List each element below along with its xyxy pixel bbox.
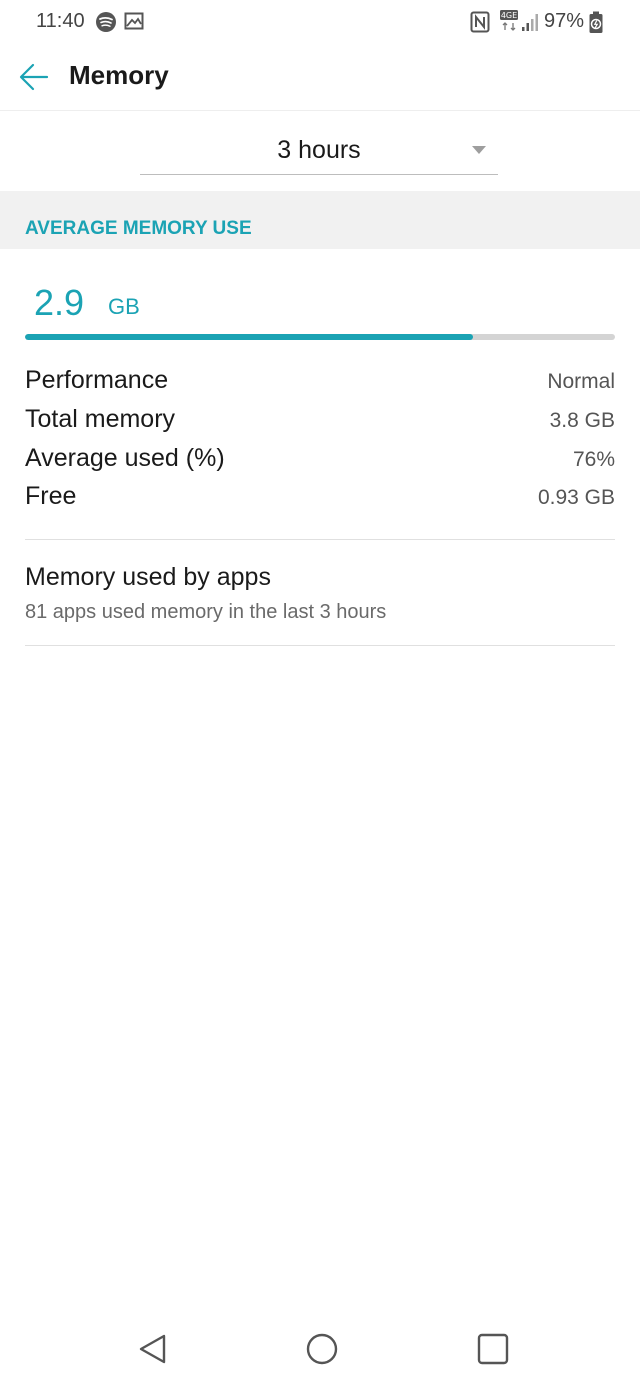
network-type-icon: 4GE bbox=[499, 9, 519, 38]
stat-row-total-memory: Total memory 3.8 GB bbox=[25, 405, 615, 444]
battery-percent: 97% bbox=[543, 10, 584, 32]
dropdown-arrow-icon bbox=[472, 146, 486, 154]
stat-label: Total memory bbox=[25, 405, 176, 433]
navigation-bar bbox=[0, 1310, 640, 1387]
stat-row-free: Free 0.93 GB bbox=[25, 482, 615, 521]
page-title: Memory bbox=[69, 60, 169, 90]
section-header: AVERAGE MEMORY USE bbox=[0, 191, 640, 249]
divider bbox=[25, 539, 615, 540]
average-memory-unit: GB bbox=[108, 294, 140, 319]
period-value: 3 hours bbox=[277, 136, 361, 164]
stat-value: Normal bbox=[547, 370, 615, 393]
memory-used-by-apps-item[interactable]: Memory used by apps 81 apps used memory … bbox=[0, 541, 640, 644]
nfc-icon bbox=[470, 11, 490, 38]
stat-label: Average used (%) bbox=[25, 444, 225, 472]
memory-progress-fill bbox=[25, 334, 474, 340]
average-memory-value: 2.9 bbox=[34, 282, 85, 323]
image-icon bbox=[124, 11, 144, 36]
status-time: 11:40 bbox=[36, 10, 85, 32]
battery-saver-icon bbox=[588, 11, 604, 40]
triangle-back-icon bbox=[139, 1334, 166, 1364]
nav-home-button[interactable] bbox=[305, 1332, 339, 1366]
signal-icon bbox=[521, 12, 541, 37]
stat-value: 0.93 GB bbox=[537, 486, 615, 509]
stat-row-average-used: Average used (%) 76% bbox=[25, 444, 615, 483]
square-recents-icon bbox=[477, 1333, 509, 1365]
nav-recents-button[interactable] bbox=[476, 1332, 510, 1366]
back-button[interactable] bbox=[18, 62, 50, 92]
arrow-back-icon bbox=[19, 63, 49, 91]
stat-label: Free bbox=[25, 482, 77, 510]
stat-value: 3.8 GB bbox=[549, 409, 615, 432]
section-title: AVERAGE MEMORY USE bbox=[25, 218, 252, 239]
memory-progress-bar bbox=[25, 334, 615, 340]
circle-home-icon bbox=[306, 1333, 338, 1365]
apps-item-subtitle: 81 apps used memory in the last 3 hours bbox=[25, 601, 387, 623]
divider bbox=[25, 645, 615, 646]
stat-row-performance: Performance Normal bbox=[25, 366, 615, 405]
network-type-label: 4GE bbox=[501, 11, 517, 20]
spotify-icon bbox=[95, 11, 117, 38]
stat-label: Performance bbox=[25, 366, 169, 394]
status-bar: 11:40 4GE 97% bbox=[0, 0, 640, 44]
app-bar: Memory bbox=[0, 44, 640, 111]
apps-item-title: Memory used by apps bbox=[25, 563, 271, 591]
period-dropdown[interactable]: 3 hours bbox=[140, 124, 498, 175]
nav-back-button[interactable] bbox=[136, 1332, 170, 1366]
stat-value: 76% bbox=[572, 448, 615, 471]
